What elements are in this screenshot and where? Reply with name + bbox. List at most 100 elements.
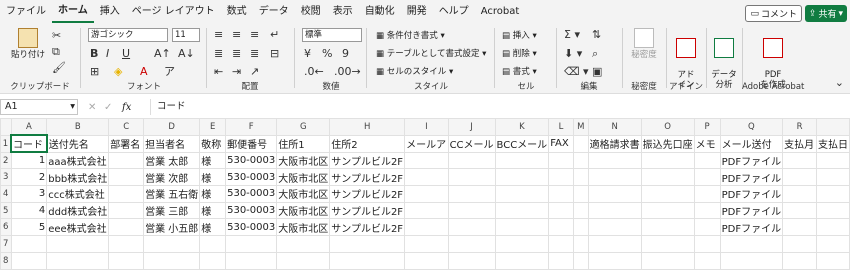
cell[interactable]: [640, 251, 695, 270]
cell[interactable]: [548, 251, 574, 270]
cell[interactable]: [693, 251, 721, 270]
cell[interactable]: [404, 168, 449, 187]
cell[interactable]: [782, 185, 817, 203]
delete-cells-button[interactable]: ▤ 削除 ▾: [502, 48, 537, 60]
cell[interactable]: [782, 251, 817, 270]
cell[interactable]: [816, 168, 850, 187]
cell[interactable]: [447, 235, 496, 253]
tab-help[interactable]: ヘルプ: [433, 0, 475, 24]
select-all-corner[interactable]: [0, 118, 12, 136]
cell[interactable]: [572, 201, 589, 220]
cell[interactable]: 様: [199, 151, 227, 170]
column-header[interactable]: P: [693, 118, 721, 136]
sort-filter-icon[interactable]: ⇅: [592, 29, 601, 41]
cell[interactable]: [199, 235, 227, 253]
tab-acrobat[interactable]: Acrobat: [475, 0, 526, 24]
cell[interactable]: [46, 235, 110, 253]
column-header[interactable]: N: [587, 118, 642, 136]
orientation-icon[interactable]: ↗: [250, 66, 259, 78]
cell[interactable]: [108, 185, 145, 203]
cell[interactable]: PDFファイル: [719, 218, 784, 237]
tab-data[interactable]: データ: [253, 0, 295, 24]
cell[interactable]: サンプルビル2F: [329, 185, 406, 203]
collapse-ribbon-icon[interactable]: ⌄: [835, 77, 844, 89]
cell[interactable]: [199, 251, 227, 270]
row-header[interactable]: 3: [0, 168, 12, 187]
column-header[interactable]: H: [329, 118, 406, 136]
column-header[interactable]: [816, 118, 850, 136]
cell[interactable]: [587, 168, 642, 187]
sensitivity-button[interactable]: 秘密度: [628, 28, 660, 60]
cell[interactable]: [572, 134, 589, 153]
autosum-icon[interactable]: Σ ▾: [564, 29, 580, 41]
cell[interactable]: 大阪市北区: [276, 201, 331, 220]
tab-automate[interactable]: 自動化: [359, 0, 401, 24]
cell[interactable]: 530-0003: [225, 201, 278, 220]
cell[interactable]: [782, 235, 817, 253]
cell[interactable]: 様: [199, 168, 227, 187]
tab-page-layout[interactable]: ページ レイアウト: [126, 0, 221, 24]
cell[interactable]: 大阪市北区: [276, 151, 331, 170]
cell[interactable]: 様: [199, 218, 227, 237]
data-analysis-button[interactable]: データ 分析: [708, 28, 740, 90]
cell[interactable]: [108, 151, 145, 170]
cell[interactable]: 530-0003: [225, 151, 278, 170]
tab-home[interactable]: ホーム: [52, 1, 94, 23]
cell[interactable]: [782, 168, 817, 187]
cell[interactable]: 営業 太郎: [143, 151, 201, 170]
cell[interactable]: 4: [10, 201, 48, 220]
column-header[interactable]: A: [10, 118, 48, 136]
cell[interactable]: [782, 201, 817, 220]
increase-indent-icon[interactable]: ⇥: [232, 66, 241, 78]
cell[interactable]: [108, 251, 145, 270]
tab-formulas[interactable]: 数式: [221, 0, 253, 24]
cell[interactable]: 敬称: [199, 134, 227, 153]
currency-icon[interactable]: ¥: [304, 48, 311, 60]
cell[interactable]: [225, 251, 278, 270]
cell[interactable]: 530-0003: [225, 185, 278, 203]
cell[interactable]: 大阪市北区: [276, 218, 331, 237]
cell[interactable]: [494, 201, 550, 220]
cell[interactable]: [447, 185, 496, 203]
share-button[interactable]: ⇪ 共有 ▾: [804, 5, 847, 22]
cell[interactable]: メモ: [693, 134, 721, 153]
clear-icon[interactable]: ⌫ ▾: [564, 66, 589, 78]
cell[interactable]: [10, 251, 48, 270]
cell[interactable]: [640, 235, 695, 253]
number-format-select[interactable]: 標準: [302, 28, 362, 42]
align-top-icon[interactable]: ≡: [214, 29, 223, 41]
cell[interactable]: [108, 201, 145, 220]
cell[interactable]: [572, 251, 589, 270]
cell[interactable]: [548, 185, 574, 203]
column-header[interactable]: C: [108, 118, 145, 136]
font-shrink-icon[interactable]: A↓: [178, 48, 195, 60]
cell[interactable]: 530-0003: [225, 218, 278, 237]
cell[interactable]: PDFファイル: [719, 168, 784, 187]
cell[interactable]: [640, 168, 695, 187]
cell[interactable]: [548, 201, 574, 220]
row-header[interactable]: 8: [0, 251, 12, 270]
row-header[interactable]: 1: [0, 134, 12, 153]
cell[interactable]: [816, 218, 850, 237]
column-header[interactable]: J: [447, 118, 496, 136]
cell[interactable]: [782, 151, 817, 170]
cell[interactable]: 様: [199, 185, 227, 203]
cell[interactable]: [572, 151, 589, 170]
cell[interactable]: [404, 235, 449, 253]
cell[interactable]: 支払日: [816, 134, 850, 153]
cell[interactable]: [447, 201, 496, 220]
column-header[interactable]: Q: [719, 118, 784, 136]
cell[interactable]: 大阪市北区: [276, 168, 331, 187]
cell[interactable]: 2: [10, 168, 48, 187]
cell[interactable]: [404, 201, 449, 220]
find-select-icon[interactable]: ⌕: [592, 48, 598, 60]
create-pdf-button[interactable]: PDF を作成: [756, 28, 790, 90]
cell[interactable]: [108, 235, 145, 253]
cell[interactable]: [587, 151, 642, 170]
cell[interactable]: 適格請求書: [587, 134, 642, 153]
cell[interactable]: サンプルビル2F: [329, 168, 406, 187]
row-header[interactable]: 6: [0, 218, 12, 237]
cell[interactable]: [693, 168, 721, 187]
cancel-icon[interactable]: ✕: [88, 102, 96, 113]
tab-review[interactable]: 校閲: [295, 0, 327, 24]
